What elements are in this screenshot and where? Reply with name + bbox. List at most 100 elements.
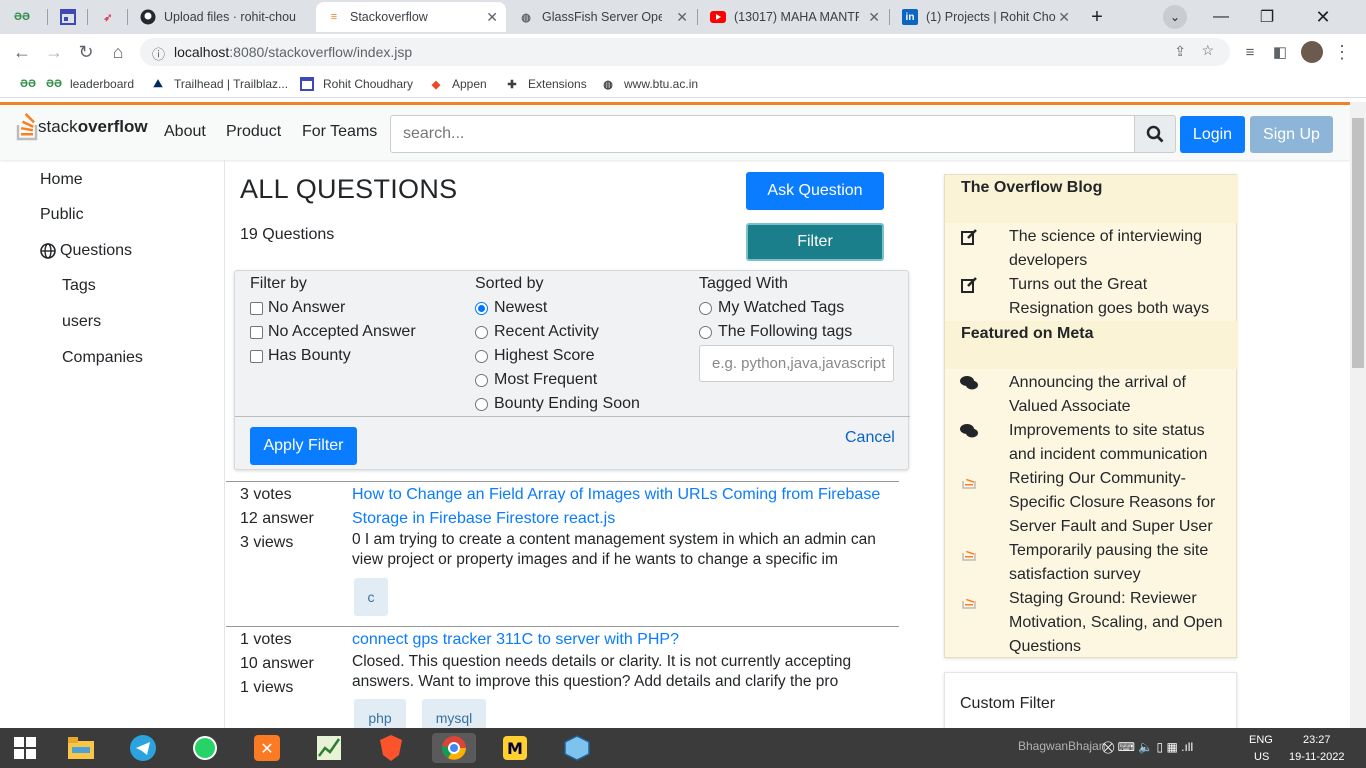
brave-icon[interactable] [376,733,406,763]
bookmark-gfg[interactable]: ƏƏ [20,76,44,92]
radio[interactable] [475,397,488,411]
radio[interactable] [699,301,712,315]
share-icon[interactable]: ⇪ [1174,43,1186,60]
virtualbox-icon[interactable] [562,733,592,763]
meta-item-link[interactable]: Retiring Our Community-Specific Closure … [1009,467,1229,539]
language-indicator[interactable]: ENG [1249,734,1273,746]
filter-has-bounty[interactable]: Has Bounty [250,347,351,365]
home-icon[interactable]: ⌂ [106,40,130,64]
sort-recent-activity[interactable]: Recent Activity [475,323,599,341]
sort-newest[interactable]: Newest [475,299,547,317]
radio[interactable] [475,373,488,387]
radio[interactable] [475,349,488,363]
miro-icon[interactable]: M [500,733,530,763]
close-icon[interactable]: ✕ [1058,9,1070,26]
clock-time[interactable]: 23:27 [1303,734,1331,746]
ask-question-button[interactable]: Ask Question [746,172,884,210]
restore-icon[interactable]: ❐ [1244,0,1290,34]
meta-item-link[interactable]: Staging Ground: Reviewer Motivation, Sca… [1009,587,1229,659]
file-explorer-icon[interactable] [66,733,96,763]
checkbox[interactable] [250,301,263,315]
radio-selected[interactable] [475,301,488,315]
stackoverflow-logo[interactable]: stack overflow [16,113,148,141]
tag-watched[interactable]: My Watched Tags [699,299,844,317]
window-close-icon[interactable]: ✕ [1300,0,1346,34]
url-field[interactable]: ⓘ localhost:8080/stackoverflow/index.jsp… [140,38,1230,66]
tag-chip[interactable]: php [354,699,406,728]
close-icon[interactable]: ✕ [676,9,688,26]
chart-app-icon[interactable] [314,733,344,763]
avatar[interactable] [1300,40,1324,64]
tab-youtube[interactable]: (13017) MAHA MANTRA ✕ [700,2,888,32]
radio[interactable] [699,325,712,339]
chrome-icon[interactable] [432,733,476,763]
tag-chip[interactable]: mysql [422,699,486,728]
side-panel-icon[interactable]: ◧ [1268,40,1292,64]
tab-search-icon[interactable]: ⌄ [1160,0,1190,34]
tab-linkedin[interactable]: in (1) Projects | Rohit Chou ✕ [892,2,1078,32]
bookmark-trailhead[interactable]: ⛰ Trailhead | Trailblaz... [150,76,288,92]
tag-following[interactable]: The Following tags [699,323,852,341]
nav-users[interactable]: users [62,313,101,331]
question-title-link[interactable]: connect gps tracker 311C to server with … [352,628,892,652]
filter-no-answer[interactable]: No Answer [250,299,345,317]
bookmark-extensions[interactable]: ✚ Extensions [504,76,586,92]
search-input[interactable]: search... [390,115,1170,153]
tab-github-upload[interactable]: Upload files · rohit-chou [130,2,316,32]
whatsapp-icon[interactable] [190,733,220,763]
blog-item-link[interactable]: The science of interviewing developers [1009,225,1229,273]
scrollbar-thumb[interactable] [1352,118,1364,368]
nav-home[interactable]: Home [40,171,83,189]
nav-tags[interactable]: Tags [62,277,96,295]
bookmark-rohit[interactable]: Rohit Choudhary [299,76,413,92]
tag-chip[interactable]: c [354,578,388,616]
nav-about[interactable]: About [164,123,206,141]
telegram-icon[interactable] [128,733,158,763]
apply-filter-button[interactable]: Apply Filter [250,427,357,465]
tab-stackoverflow[interactable]: ≡ Stackoverflow ✕ [316,2,506,32]
nav-companies[interactable]: Companies [62,349,143,367]
sort-bounty-ending[interactable]: Bounty Ending Soon [475,395,640,413]
reload-icon[interactable]: ↻ [74,40,98,64]
info-icon[interactable]: ⓘ [152,44,165,63]
nav-product[interactable]: Product [226,123,281,141]
login-button[interactable]: Login [1180,116,1245,153]
bookmark-btu[interactable]: ◍ www.btu.ac.in [600,76,698,92]
meta-item-link[interactable]: Announcing the arrival of Valued Associa… [1009,371,1229,419]
tab-gfg[interactable]: ƏƏ [4,2,44,32]
cancel-link[interactable]: Cancel [845,429,895,447]
meta-item-link[interactable]: Temporarily pausing the site satisfactio… [1009,539,1229,587]
blog-item-link[interactable]: Turns out the Great Resignation goes bot… [1009,273,1229,321]
bookmark-star-icon[interactable]: ☆ [1201,42,1214,59]
sort-highest-score[interactable]: Highest Score [475,347,595,365]
checkbox[interactable] [250,325,263,339]
nav-for-teams[interactable]: For Teams [302,123,377,141]
back-icon[interactable]: ← [10,40,34,64]
meta-item-link[interactable]: Improvements to site status and incident… [1009,419,1229,467]
close-icon[interactable]: ✕ [486,9,498,26]
minimize-icon[interactable]: — [1198,0,1244,34]
question-title-link[interactable]: How to Change an Field Array of Images w… [352,483,892,531]
sort-most-frequent[interactable]: Most Frequent [475,371,597,389]
close-icon[interactable]: ✕ [868,9,880,26]
windows-start-icon[interactable] [10,733,40,763]
menu-icon[interactable]: ⋮ [1330,40,1354,64]
bookmark-appen[interactable]: ◆ Appen [428,76,487,92]
tray-icons[interactable]: ⛒ ⌨ 🔈 ▯ ▦ .ıll [1102,740,1193,755]
forward-icon[interactable]: → [42,40,66,64]
nav-questions[interactable]: Questions [40,242,132,260]
filter-button[interactable]: Filter [746,223,884,261]
xampp-icon[interactable]: ✕ [252,733,282,763]
filter-no-accepted-answer[interactable]: No Accepted Answer [250,323,416,341]
tags-input[interactable]: e.g. python,java,javascript [699,345,894,382]
bookmark-leaderboard[interactable]: ƏƏ leaderboard [46,76,134,92]
new-tab-icon[interactable]: + [1082,0,1112,34]
radio[interactable] [475,325,488,339]
reading-list-icon[interactable]: ≡ [1238,40,1262,64]
tab-calendar[interactable] [50,2,86,32]
search-button[interactable] [1134,115,1176,153]
tab-glassfish[interactable]: ◍ GlassFish Server Open S ✕ [508,2,696,32]
tab-rocket[interactable]: ➶ [90,2,126,32]
checkbox[interactable] [250,349,263,363]
signup-button[interactable]: Sign Up [1250,116,1333,153]
